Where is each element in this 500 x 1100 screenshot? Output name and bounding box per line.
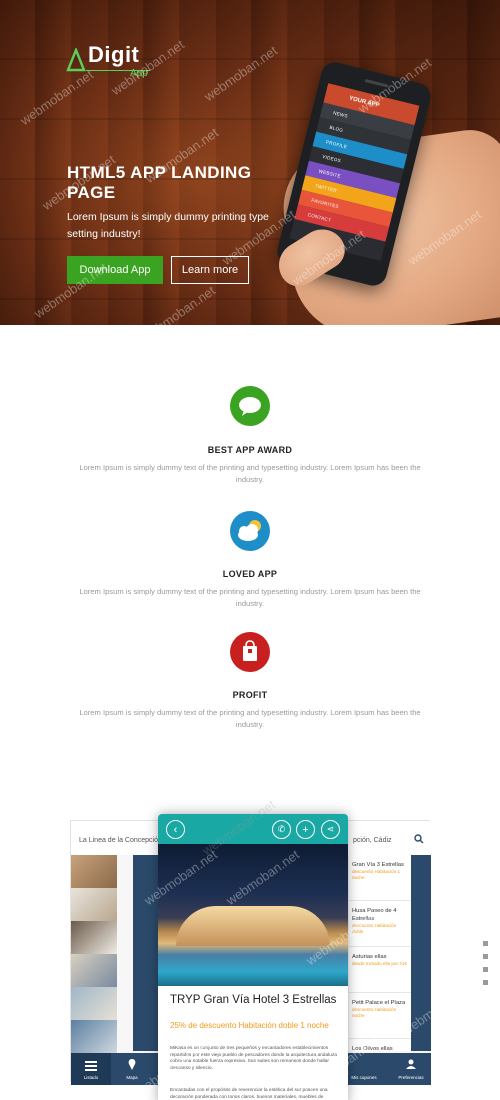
- hotel-list: Gran Vía 3 Estrellas descuento Habitación…: [349, 855, 411, 1085]
- add-icon[interactable]: +: [296, 820, 315, 839]
- hotel-building-shape: [176, 906, 330, 946]
- list-icon: [85, 1061, 97, 1071]
- back-icon[interactable]: ‹: [166, 820, 185, 839]
- feature-title: LOVED APP: [222, 569, 278, 579]
- hotel-list-name: Asturias ellas: [352, 954, 387, 960]
- hotel-list-promo: desde Incluido ella por 21€: [352, 961, 407, 966]
- hotel-list-item[interactable]: Asturias ellas desde Incluido ella por 21…: [349, 947, 411, 993]
- hotel-description-more: Encantadas con el propósito de reverenci…: [170, 1088, 328, 1100]
- phone-menu: NEWS BLOG PROFILE VIDEOS WEBSITE TWITTER FAVOR…: [294, 102, 415, 242]
- phone-call-icon[interactable]: ✆: [272, 820, 291, 839]
- chat-bubble-icon: [230, 386, 270, 426]
- hotel-thumbnails: [71, 855, 117, 1053]
- pager-dot[interactable]: [483, 941, 488, 946]
- footer-tab-preferencias[interactable]: Preferencias: [391, 1053, 431, 1085]
- hotel-photo: [158, 844, 348, 986]
- hotel-thumbnail[interactable]: [71, 1020, 117, 1053]
- phone-detail-toolbar: ‹ ✆ + ⋖: [158, 814, 348, 844]
- hotel-list-item[interactable]: Gran Vía 3 Estrellas descuento Habitación…: [349, 855, 411, 901]
- hotel-list-name: Gran Vía 3 Estrellas: [352, 862, 404, 868]
- hotel-description: MiKasa es un conjunto de tres pequeños y…: [170, 1046, 337, 1071]
- hero-subtitle: Lorem Ipsum is simply dummy printing typ…: [67, 211, 269, 240]
- feature-description: Lorem Ipsum is simply dummy text of the …: [79, 708, 421, 729]
- download-app-button[interactable]: Download App: [67, 256, 163, 284]
- feature-description: Lorem Ipsum is simply dummy text of the …: [79, 587, 421, 608]
- hotel-list-name: Los Olivos ellas: [352, 1046, 393, 1052]
- pager-dot[interactable]: [483, 967, 488, 972]
- hotel-list-name: Petit Palace el Plaza: [352, 1000, 406, 1006]
- pager-dot[interactable]: [483, 980, 488, 985]
- hotel-list-promo: descuento Habitación doble: [352, 923, 397, 934]
- site-logo[interactable]: Digit App: [66, 42, 156, 80]
- footer-tab-label: Preferencias: [398, 1075, 424, 1080]
- footer-tab-cupones[interactable]: Mis cupones: [347, 1053, 381, 1085]
- search-icon[interactable]: [414, 834, 424, 844]
- hotel-title: TRYP Gran Vía Hotel 3 Estrellas: [170, 994, 337, 1006]
- footer-tab-label: Mis cupones: [351, 1075, 377, 1080]
- hotel-thumbnail[interactable]: [71, 921, 117, 954]
- weather-cloud-icon: [230, 511, 270, 551]
- learn-more-button[interactable]: Learn more: [171, 256, 249, 284]
- feature-description: Lorem Ipsum is simply dummy text of the …: [79, 463, 421, 484]
- category-icons-column: [133, 855, 159, 1051]
- hotel-thumbnail[interactable]: [71, 855, 117, 888]
- hotel-list-promo: descuento Habitación noche: [352, 1007, 397, 1018]
- logo-text: Digit: [88, 42, 140, 67]
- tablet-location-title: La Linea de la Concepción: [79, 837, 162, 844]
- hero-title: HTML5 APP LANDING PAGE: [67, 163, 252, 202]
- phone-detail-mockup: ‹ ✆ + ⋖ TRYP Gran Vía Hotel 3 Estrellas …: [158, 814, 348, 1100]
- hotel-list-promo: descuento Habitación 1 noche: [352, 869, 401, 880]
- map-pin-icon: [128, 1059, 136, 1070]
- app-screens-section: La Linea de la Concepción pción, Cádiz G…: [0, 800, 500, 1100]
- hotel-list-item[interactable]: Petit Palace el Plaza descuento Habitació…: [349, 993, 411, 1039]
- logo-subtext: App: [130, 68, 148, 79]
- feature-title: PROFIT: [232, 690, 268, 700]
- shopping-bag-icon: [230, 632, 270, 672]
- tablet-location-title-right: pción, Cádiz: [353, 837, 392, 844]
- phone-speaker: [364, 78, 389, 88]
- hero-section: Digit App HTML5 APP LANDING PAGE Lorem I…: [0, 0, 500, 325]
- hotel-thumbnail[interactable]: [71, 888, 117, 921]
- hotel-list-item[interactable]: Husa Paseo de 4 Estrellas descuento Habit…: [349, 901, 411, 947]
- footer-tab-label: Mapa: [126, 1075, 138, 1080]
- footer-tab-label: Listado: [83, 1075, 99, 1080]
- hotel-thumbnail[interactable]: [71, 954, 117, 987]
- hotel-promo: 25% de descuento Habitación doble 1 noch…: [170, 1021, 329, 1030]
- pager-dot[interactable]: [483, 954, 488, 959]
- footer-tab-mapa[interactable]: Mapa: [117, 1053, 147, 1085]
- share-icon[interactable]: ⋖: [321, 820, 340, 839]
- logo-triangle-icon: [66, 48, 86, 72]
- user-icon: [406, 1059, 416, 1069]
- feature-title: BEST APP AWARD: [207, 445, 293, 455]
- hotel-list-name: Husa Paseo de 4 Estrellas: [352, 908, 397, 922]
- hotel-thumbnail[interactable]: [71, 987, 117, 1020]
- category-icons-column-right: [411, 855, 431, 1051]
- footer-tab-listado[interactable]: Listado: [71, 1053, 111, 1085]
